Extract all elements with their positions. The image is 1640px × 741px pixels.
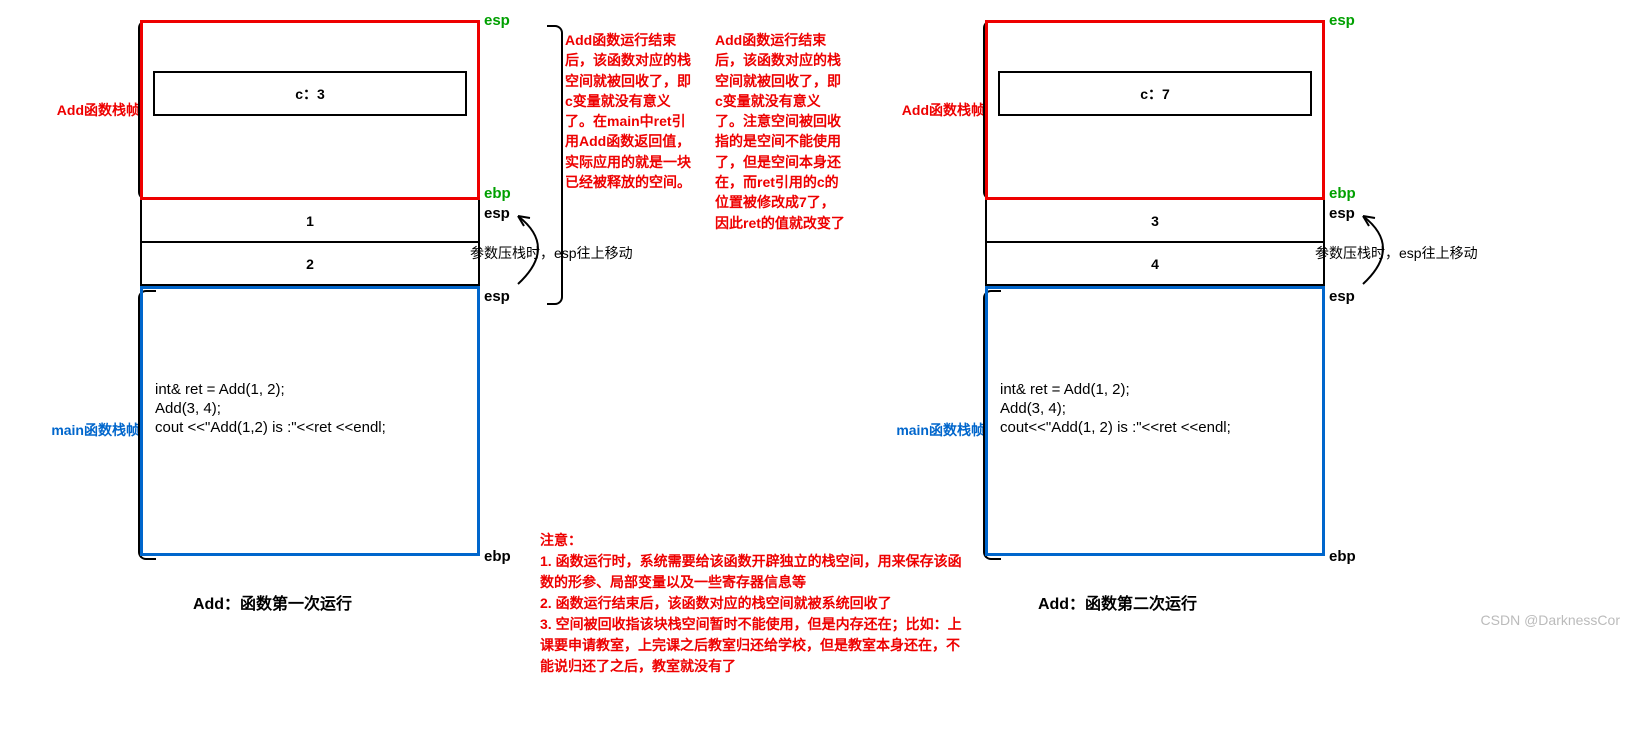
arg2-cell-r: 4 [985, 241, 1325, 286]
notes-block: 注意： 1. 函数运行时，系统需要给该函数开辟独立的栈空间，用来保存该函数的形参… [540, 530, 970, 677]
add-frame-label-r: Add函数栈帧 [902, 100, 985, 120]
esp-label: esp [484, 12, 510, 29]
left-caption: Add：函数第一次运行 [43, 590, 503, 614]
add-frame-box-r: c：7 [985, 20, 1325, 200]
esp-label-r2: esp [1329, 205, 1355, 222]
main-frame-box-r: int& ret = Add(1, 2); Add(3, 4); cout<<"… [985, 286, 1325, 556]
esp-label-3: esp [484, 288, 510, 305]
add-frame-label: Add函数栈帧 [57, 100, 140, 120]
code-line: cout <<"Add(1,2) is :"<<ret <<endl; [155, 419, 465, 436]
add-frame-box: c：3 [140, 20, 480, 200]
c-value-cell-r: c：7 [998, 71, 1312, 116]
arg1-cell: 1 [140, 198, 480, 243]
code-line: Add(3, 4); [1000, 400, 1310, 417]
mid-explanation-2: Add函数运行结束后，该函数对应的栈空间就被回收了，即c变量就没有意义了。注意空… [715, 32, 845, 231]
ebp-label: ebp [484, 185, 511, 202]
c-value-cell: c：3 [153, 71, 467, 116]
arg2-cell: 2 [140, 241, 480, 286]
brace-mid [547, 25, 563, 305]
mid-explanation-1: Add函数运行结束后，该函数对应的栈空间就被回收了，即c变量就没有意义了。在ma… [565, 32, 691, 190]
code-line: Add(3, 4); [155, 400, 465, 417]
main-frame-label-r: main函数栈帧 [896, 420, 985, 440]
notes-title: 注意： [540, 530, 970, 551]
code-line: int& ret = Add(1, 2); [155, 381, 465, 398]
esp-label-2: esp [484, 205, 510, 222]
notes-item: 3. 空间被回收指该块栈空间暂时不能使用，但是内存还在；比如：上课要申请教室，上… [540, 614, 970, 677]
esp-label-r: esp [1329, 12, 1355, 29]
main-frame-label: main函数栈帧 [51, 420, 140, 440]
ebp-label-r: ebp [1329, 185, 1356, 202]
esp-label-r3: esp [1329, 288, 1355, 305]
watermark: CSDN @DarknessCor [1481, 612, 1620, 628]
ebp-label-r2: ebp [1329, 548, 1356, 565]
notes-item: 2. 函数运行结束后，该函数对应的栈空间就被系统回收了 [540, 593, 970, 614]
arrow-icon-r [1355, 212, 1415, 288]
main-frame-box: int& ret = Add(1, 2); Add(3, 4); cout <<… [140, 286, 480, 556]
arg1-cell-r: 3 [985, 198, 1325, 243]
ebp-label-2: ebp [484, 548, 511, 565]
notes-item: 1. 函数运行时，系统需要给该函数开辟独立的栈空间，用来保存该函数的形参、局部变… [540, 551, 970, 593]
code-line: int& ret = Add(1, 2); [1000, 381, 1310, 398]
code-line: cout<<"Add(1, 2) is :"<<ret <<endl; [1000, 419, 1310, 436]
